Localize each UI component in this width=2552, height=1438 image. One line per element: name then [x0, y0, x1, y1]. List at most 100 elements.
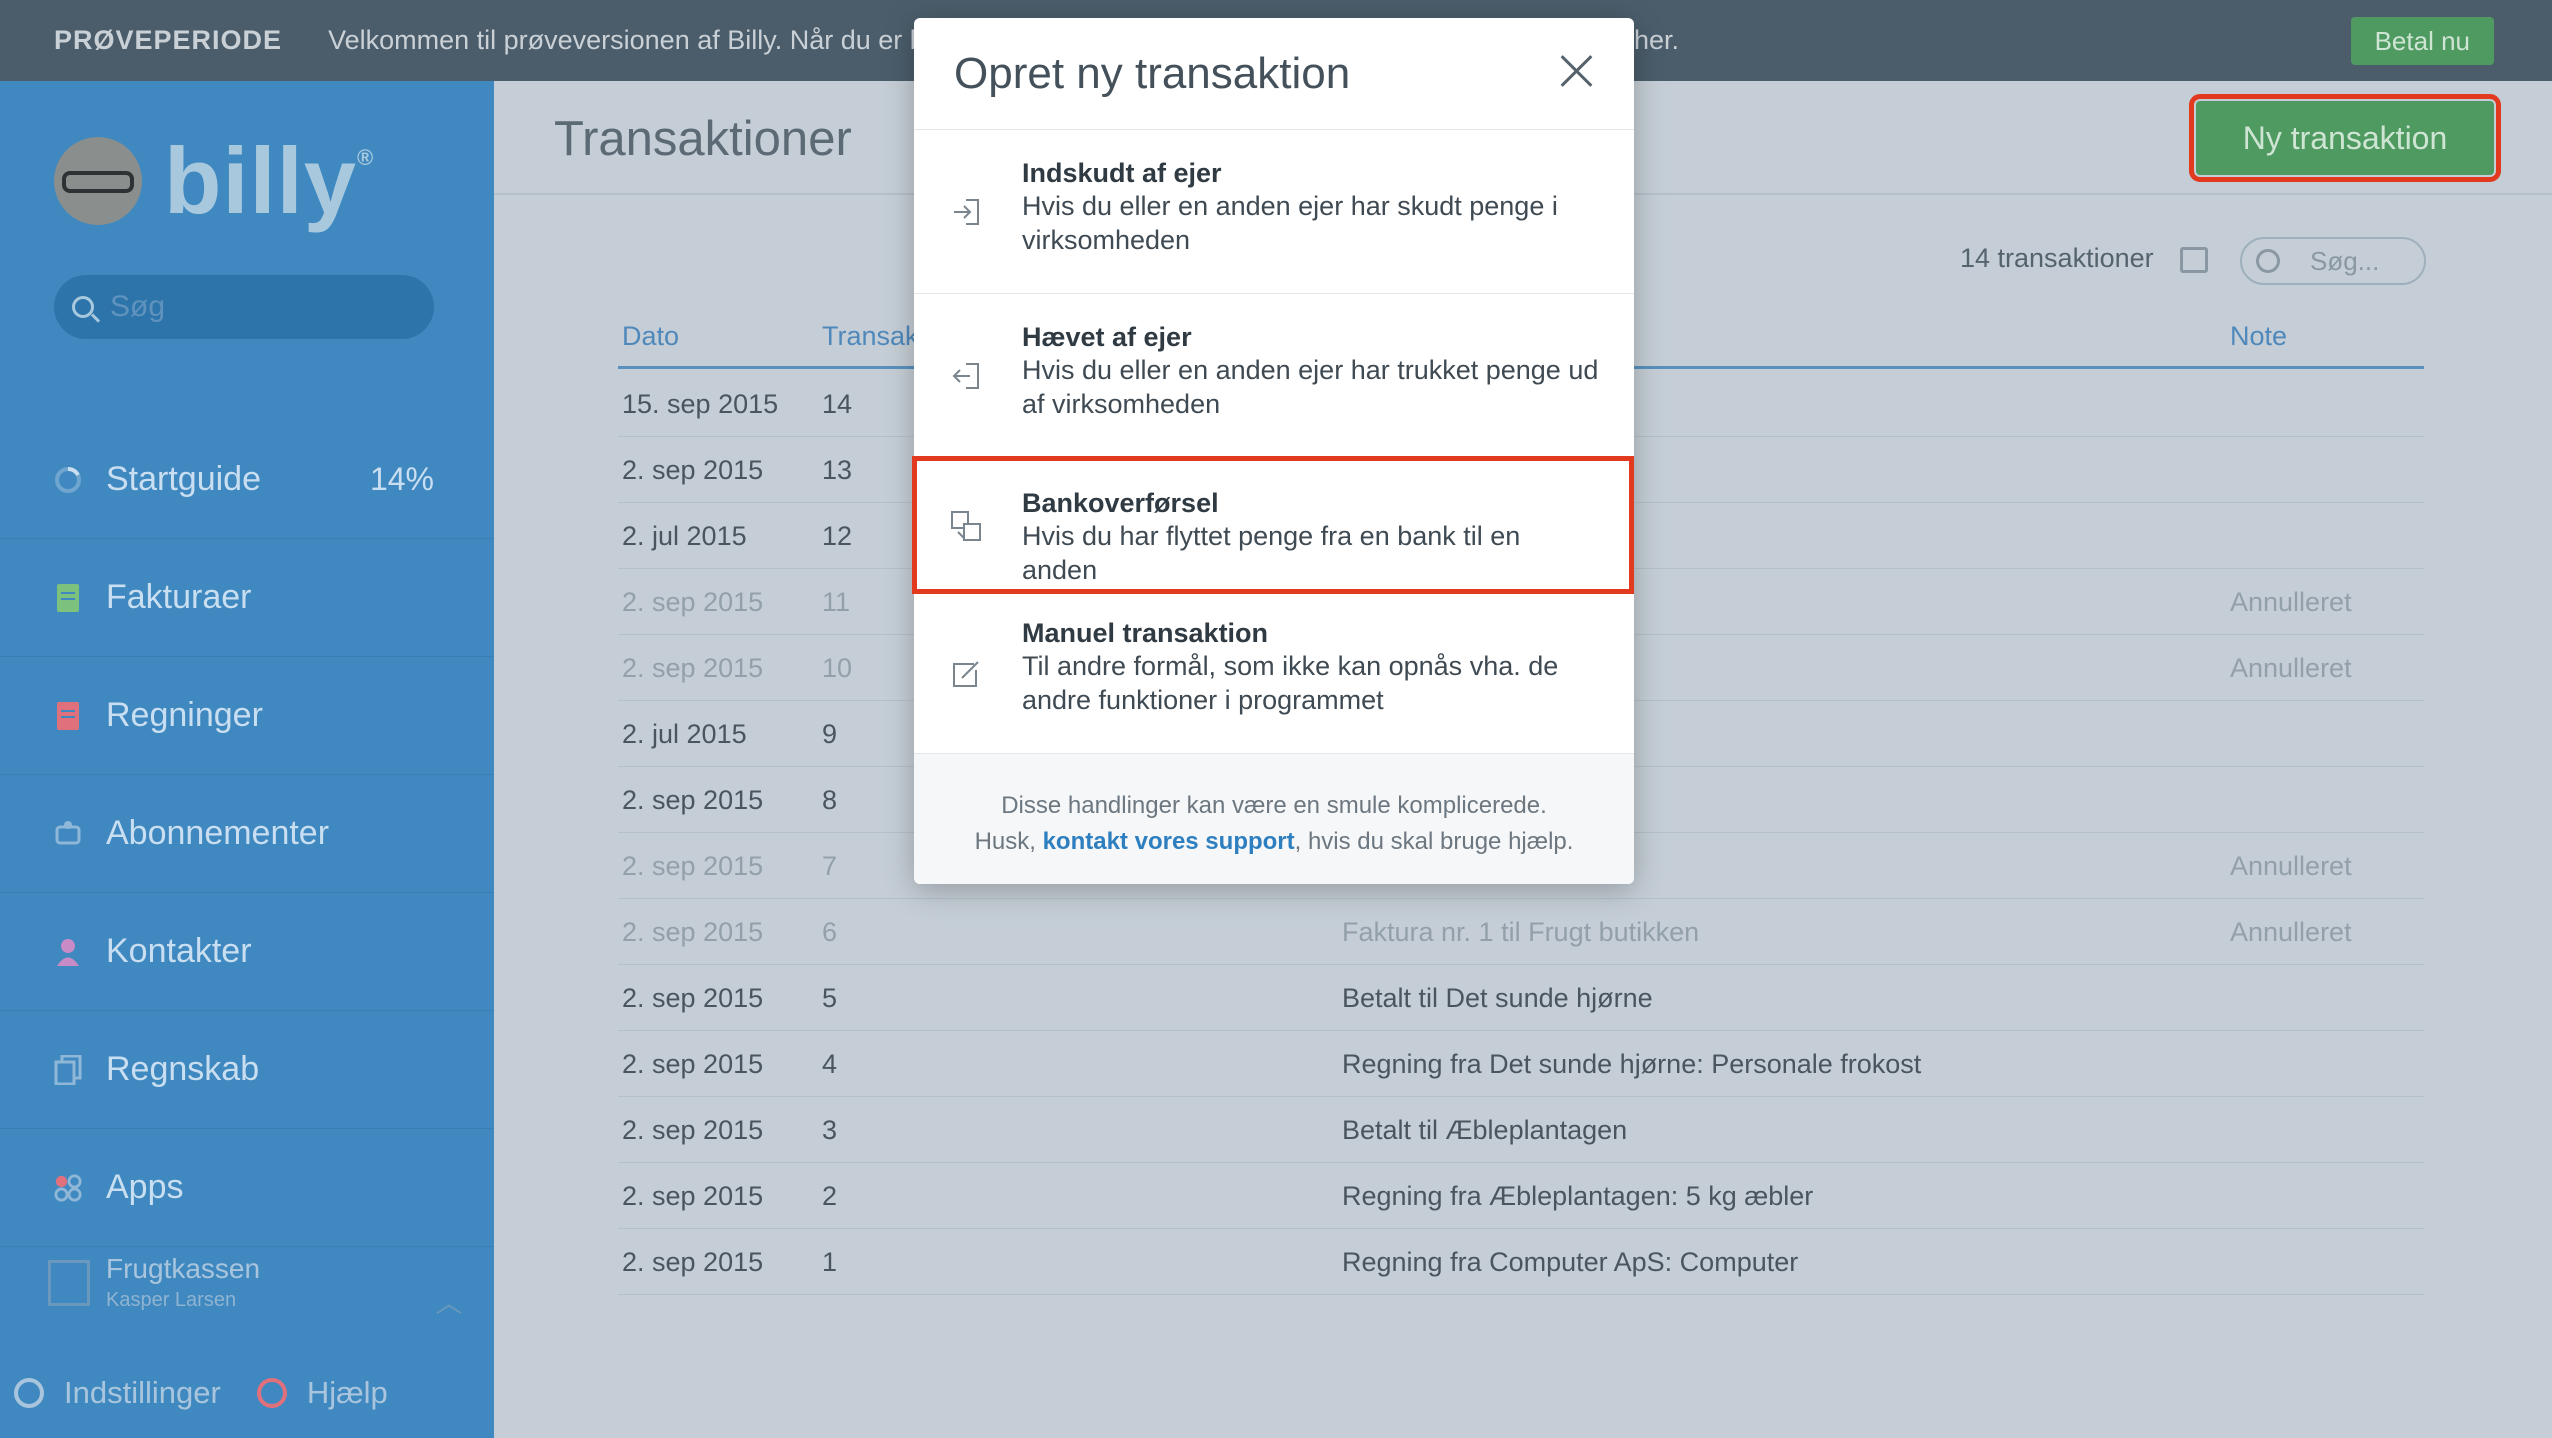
column-note[interactable]: Note — [2230, 321, 2287, 352]
highlight-frame — [912, 456, 1634, 594]
sidebar-item-label: Abonnementer — [106, 814, 330, 852]
row-date: 2. sep 2015 — [622, 851, 764, 881]
row-date: 2. sep 2015 — [622, 455, 764, 485]
new-transaction-button[interactable]: Ny transaktion — [2189, 94, 2501, 182]
table-row[interactable]: 2. sep 2015 5 Betalt til Det sunde hjørne — [618, 965, 2424, 1031]
table-search-input[interactable]: Søg... — [2240, 237, 2426, 285]
sidebar-item-label: Apps — [106, 1168, 184, 1206]
row-number: 1 — [822, 1247, 838, 1277]
row-note: Annulleret — [2230, 653, 2352, 683]
search-icon — [2256, 249, 2280, 273]
sidebar-item-regninger[interactable]: Regninger — [0, 657, 494, 775]
row-note: Annulleret — [2230, 851, 2352, 881]
sidebar-item-label: Regninger — [106, 696, 263, 734]
sidebar-item-regnskab[interactable]: Regnskab — [0, 1011, 494, 1129]
column-date[interactable]: Dato — [622, 321, 679, 352]
row-number: 8 — [822, 785, 838, 815]
logo-text: billy — [164, 128, 358, 233]
transaction-count: 14 transaktioner — [1960, 243, 2154, 273]
contact-icon — [54, 936, 82, 968]
contact-support-link[interactable]: kontakt vores support — [1043, 828, 1295, 855]
row-date: 2. sep 2015 — [622, 1181, 764, 1211]
row-description: Faktura nr. 1 til Frugt butikken — [1342, 917, 1700, 947]
modal-title: Opret ny transaktion — [954, 48, 1351, 98]
sidebar-search-placeholder: Søg — [110, 290, 166, 323]
logo-mark: ® — [357, 145, 375, 170]
row-date: 2. sep 2015 — [622, 587, 764, 617]
table-row[interactable]: 2. sep 2015 2 Regning fra Æbleplantagen: 5… — [618, 1163, 2424, 1229]
column-transaction[interactable]: Transak — [822, 321, 919, 352]
trial-message-tail: her. — [1634, 25, 1680, 55]
sidebar-item-abonnementer[interactable]: Abonnementer — [0, 775, 494, 893]
sidebar-item-apps[interactable]: Apps — [0, 1129, 494, 1247]
row-number: 4 — [822, 1049, 838, 1079]
row-number: 7 — [822, 851, 838, 881]
settings-link[interactable]: Indstillinger — [14, 1375, 221, 1411]
row-number: 10 — [822, 653, 853, 683]
row-number: 9 — [822, 719, 838, 749]
org-user: Kasper Larsen — [106, 1289, 237, 1311]
sidebar-item-startguide[interactable]: Startguide 14% — [0, 421, 494, 539]
option-owner-deposit[interactable]: Indskudt af ejer Hvis du eller en anden … — [914, 130, 1634, 294]
gear-icon — [14, 1378, 44, 1408]
footer-prefix: Husk, — [974, 828, 1043, 855]
apps-icon — [54, 1172, 82, 1204]
edit-icon — [950, 658, 982, 690]
page-title: Transaktioner — [554, 112, 852, 166]
subscription-icon — [54, 818, 82, 850]
sidebar-search-input[interactable]: Søg — [54, 275, 434, 339]
table-row[interactable]: 2. sep 2015 4 Regning fra Det sunde hjørne… — [618, 1031, 2424, 1097]
building-icon — [48, 1259, 90, 1306]
search-icon — [72, 296, 94, 318]
calendar-icon[interactable] — [2180, 247, 2208, 273]
org-name: Frugtkassen — [106, 1253, 261, 1284]
settings-label: Indstillinger — [64, 1375, 221, 1410]
option-description: Hvis du eller en anden ejer har trukket … — [1022, 355, 1599, 419]
trial-tag: PRØVEPERIODE — [54, 25, 283, 55]
table-row[interactable]: 2. sep 2015 6 Faktura nr. 1 til Frugt buti… — [618, 899, 2424, 965]
row-date: 2. sep 2015 — [622, 653, 764, 683]
row-note: Annulleret — [2230, 917, 2352, 947]
lifebuoy-icon — [256, 1378, 287, 1408]
row-date: 2. sep 2015 — [622, 785, 764, 815]
ledger-icon — [54, 1054, 82, 1086]
sidebar-item-label: Regnskab — [106, 1050, 260, 1088]
sidebar-item-label: Startguide — [106, 460, 261, 498]
row-description: Regning fra Computer ApS: Computer — [1342, 1247, 1799, 1277]
close-icon[interactable] — [1560, 54, 1594, 88]
option-manual-transaction[interactable]: Manuel transaktion Til andre formål, som… — [914, 594, 1634, 754]
row-number: 5 — [822, 983, 838, 1013]
pay-now-button[interactable]: Betal nu — [2350, 17, 2494, 65]
bill-icon — [54, 700, 82, 732]
row-description: Betalt til Æbleplantagen — [1342, 1115, 1628, 1145]
table-row[interactable]: 2. sep 2015 3 Betalt til Æbleplantagen — [618, 1097, 2424, 1163]
option-description: Hvis du eller en anden ejer har skudt pe… — [1022, 191, 1558, 255]
organization-switcher[interactable]: Frugtkassen Kasper Larsen — [48, 1253, 260, 1312]
sidebar-item-fakturaer[interactable]: Fakturaer — [0, 539, 494, 657]
invoice-icon — [54, 582, 82, 614]
option-title: Manuel transaktion — [1022, 618, 1269, 648]
row-note: Annulleret — [2230, 587, 2352, 617]
row-date: 2. sep 2015 — [622, 917, 764, 947]
option-title: Hævet af ejer — [1022, 322, 1192, 352]
row-number: 3 — [822, 1115, 838, 1145]
billy-logo[interactable]: billy® — [54, 127, 374, 235]
table-search-placeholder: Søg... — [2310, 245, 2380, 276]
row-date: 2. jul 2015 — [622, 719, 747, 749]
row-number: 6 — [822, 917, 838, 947]
option-owner-withdrawal[interactable]: Hævet af ejer Hvis du eller en anden eje… — [914, 294, 1634, 458]
sidebar-item-kontakter[interactable]: Kontakter — [0, 893, 494, 1011]
progress-ring-icon — [54, 464, 82, 496]
row-date: 2. sep 2015 — [622, 983, 764, 1013]
chevron-up-icon[interactable]: ︿ — [436, 1283, 462, 1320]
row-number: 12 — [822, 521, 853, 551]
billy-face-icon — [54, 137, 142, 225]
row-date: 2. sep 2015 — [622, 1247, 764, 1277]
help-link[interactable]: Hjælp — [256, 1375, 388, 1411]
table-row[interactable]: 2. sep 2015 1 Regning fra Computer ApS: Co… — [618, 1229, 2424, 1295]
row-number: 11 — [822, 587, 851, 617]
trial-message: Velkommen til prøveversionen af Billy. N… — [328, 25, 969, 55]
modal-header: Opret ny transaktion — [914, 18, 1634, 130]
option-description: Til andre formål, som ikke kan opnås vha… — [1022, 651, 1559, 715]
row-date: 2. jul 2015 — [622, 521, 747, 551]
